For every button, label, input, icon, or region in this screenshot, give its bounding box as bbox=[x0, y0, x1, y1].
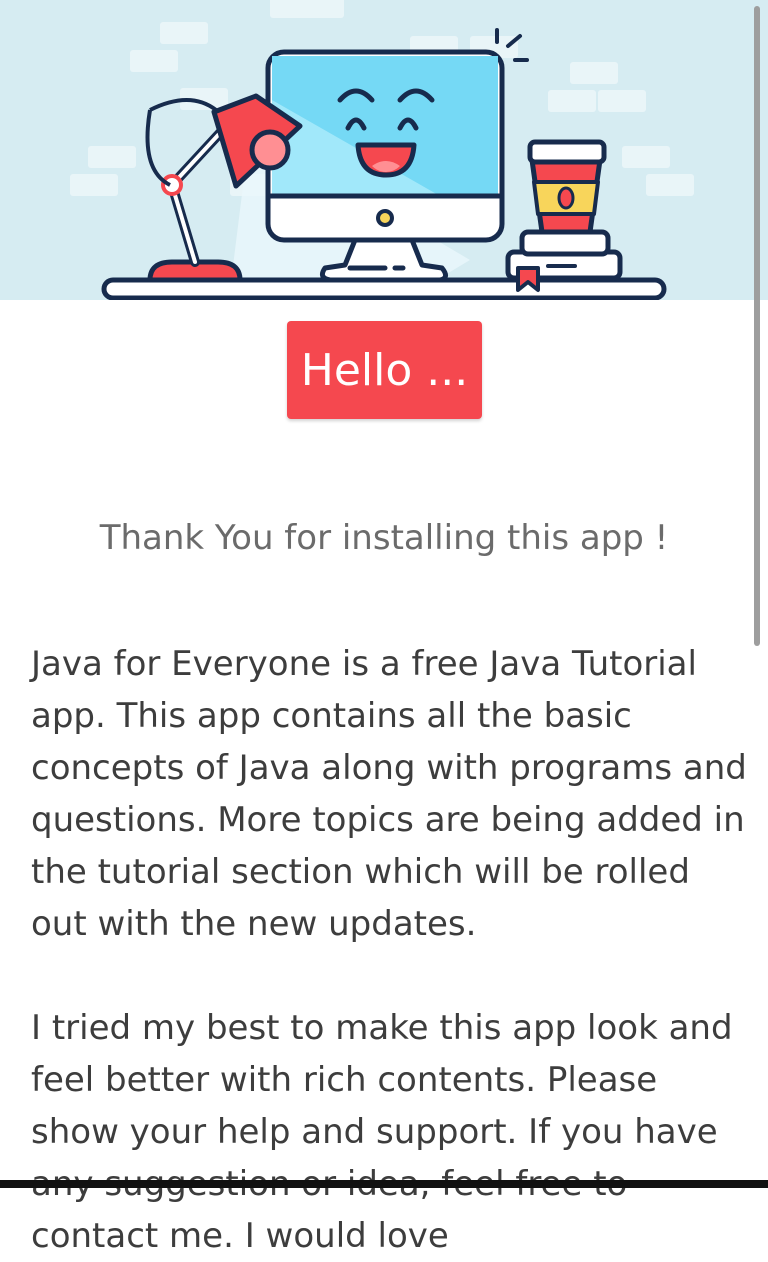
intro-paragraph: Java for Everyone is a free Java Tutoria… bbox=[31, 644, 747, 944]
hello-button[interactable]: Hello ... bbox=[287, 321, 482, 419]
support-paragraph: I tried my best to make this app look an… bbox=[31, 1008, 733, 1256]
hero-banner bbox=[0, 0, 768, 300]
vertical-scrollbar[interactable] bbox=[754, 6, 760, 646]
bottom-edge-bar bbox=[0, 1180, 768, 1188]
thank-you-text: Thank You for installing this app ! bbox=[99, 518, 669, 558]
desk-computer-illustration bbox=[70, 0, 694, 300]
